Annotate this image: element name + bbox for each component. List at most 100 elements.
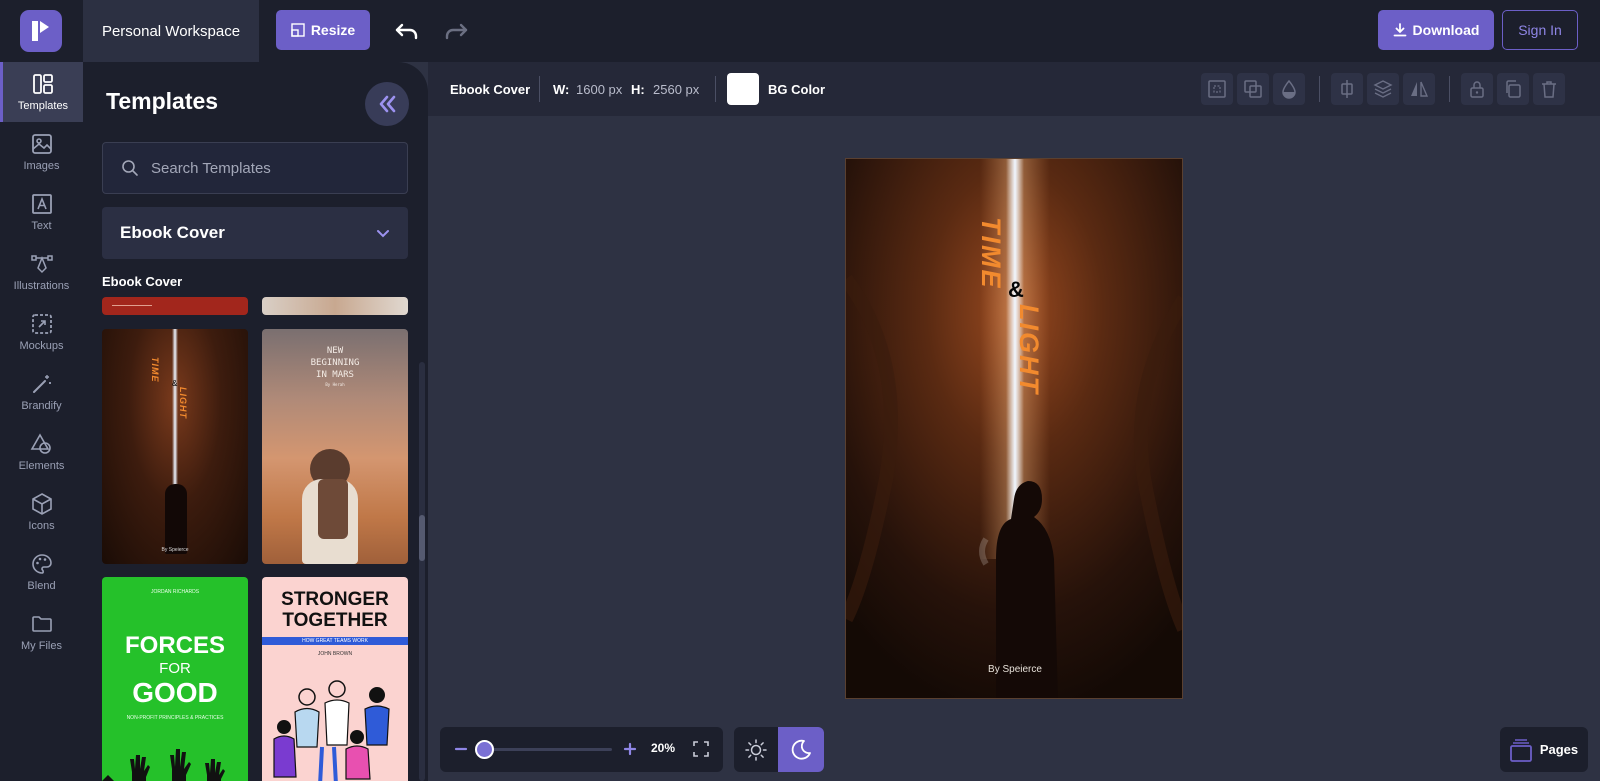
dark-mode-button[interactable] — [778, 727, 824, 772]
template-grid: TIME & LIGHT By Speierce NEW BEGINNING I… — [102, 297, 408, 781]
collapse-panel-button[interactable] — [365, 82, 409, 126]
text-icon — [31, 194, 52, 214]
layer-order-button[interactable] — [1367, 73, 1399, 105]
thumb-line-3: GOOD — [132, 677, 218, 708]
minus-icon — [454, 747, 468, 751]
rail-item-elements[interactable]: Elements — [0, 422, 83, 482]
rail-label: Icons — [28, 520, 55, 532]
sign-in-button[interactable]: Sign In — [1502, 10, 1578, 50]
rail-item-images[interactable]: Images — [0, 122, 83, 182]
align-button[interactable] — [1331, 73, 1363, 105]
download-button[interactable]: Download — [1378, 10, 1494, 50]
zoom-slider-handle[interactable] — [475, 740, 494, 759]
panel-scrollbar-thumb[interactable] — [419, 515, 425, 561]
grid-button[interactable] — [1201, 73, 1233, 105]
pen-tool-icon — [30, 255, 53, 274]
template-thumb-stronger-together[interactable]: STRONGER TOGETHER HOW GREAT TEAMS WORK J… — [262, 577, 408, 781]
template-thumb-forces-for-good[interactable]: JORDAN RICHARDS FORCES FOR GOOD NON-PROF… — [102, 577, 248, 781]
copy-button[interactable] — [1497, 73, 1529, 105]
duplicate-layer-button[interactable] — [1237, 73, 1269, 105]
thumb-line-3: IN MARS — [316, 370, 354, 380]
rail-label: Illustrations — [13, 280, 70, 292]
templates-panel: Templates Ebook Cover Ebook Cover TIME &… — [83, 62, 428, 781]
flip-button[interactable] — [1403, 73, 1435, 105]
width-label: W: — [553, 81, 570, 97]
double-chevron-left-icon — [379, 95, 396, 113]
resize-button[interactable]: Resize — [276, 10, 370, 50]
app-logo[interactable] — [20, 10, 62, 52]
rail-item-icons[interactable]: Icons — [0, 482, 83, 542]
thumb-author: By Speierce — [161, 547, 189, 553]
light-mode-button[interactable] — [734, 727, 778, 772]
thumb-subtitle: NON-PROFIT PRINCIPLES & PRACTICES — [126, 715, 224, 721]
divider — [715, 76, 716, 102]
cover-title-light[interactable]: LIGHT — [1013, 304, 1044, 395]
redo-button[interactable] — [441, 16, 471, 46]
download-label: Download — [1412, 22, 1480, 38]
template-thumb-time-light[interactable]: TIME & LIGHT By Speierce — [102, 329, 248, 564]
rail-label: Elements — [18, 460, 65, 472]
rail-item-mockups[interactable]: Mockups — [0, 302, 83, 362]
grid-icon — [1208, 80, 1226, 98]
rail-item-illustrations[interactable]: Illustrations — [0, 242, 83, 302]
cover-title-time[interactable]: TIME — [975, 217, 1006, 290]
width-value[interactable]: 1600 px — [576, 82, 622, 97]
rail-item-my-files[interactable]: My Files — [0, 602, 83, 662]
cover-ampersand[interactable]: & — [1008, 277, 1024, 303]
image-icon — [31, 134, 52, 154]
thumb-author: By Herah — [325, 382, 345, 387]
panel-title: Templates — [106, 88, 219, 114]
lock-icon — [1470, 81, 1484, 98]
thumb-author: JORDAN RICHARDS — [150, 589, 200, 595]
template-thumb-partial-2[interactable] — [262, 297, 408, 315]
undo-button[interactable] — [392, 16, 422, 46]
zoom-in-button[interactable] — [619, 738, 641, 760]
theme-toggle — [734, 727, 824, 772]
thumb-line-2: TOGETHER — [282, 610, 388, 631]
zoom-slider-track[interactable] — [482, 748, 612, 751]
category-value: Ebook Cover — [120, 223, 225, 242]
thumb-title-block: NEW BEGINNING IN MARS By Herah — [262, 345, 408, 389]
fit-screen-button[interactable] — [690, 738, 712, 760]
cover-author[interactable]: By Speierce — [846, 664, 1182, 675]
thumb-amp: & — [172, 379, 178, 388]
layers-overlap-icon — [1244, 80, 1262, 98]
lock-button[interactable] — [1461, 73, 1493, 105]
opacity-button[interactable] — [1273, 73, 1305, 105]
divider — [539, 76, 540, 102]
thumb-title-block: FORCES FOR GOOD — [102, 633, 248, 707]
drop-icon — [1282, 79, 1296, 99]
workspace-name[interactable]: Personal Workspace — [83, 0, 259, 62]
person-silhouette — [165, 484, 187, 554]
bg-color-swatch[interactable] — [727, 73, 759, 105]
height-value[interactable]: 2560 px — [653, 82, 699, 97]
rail-item-templates[interactable]: Templates — [0, 62, 83, 122]
delete-button[interactable] — [1533, 73, 1565, 105]
raised-hands-illustration — [102, 749, 225, 781]
rail-item-brandify[interactable]: Brandify — [0, 362, 83, 422]
thumb-title: TIME — [150, 357, 160, 383]
rail-label: Blend — [27, 580, 56, 592]
zoom-out-button[interactable] — [450, 738, 472, 760]
thumb-decor — [112, 305, 152, 306]
rail-item-text[interactable]: Text — [0, 182, 83, 242]
plus-icon — [623, 742, 637, 756]
panel-scrollbar-track — [419, 362, 425, 781]
rail-item-blend[interactable]: Blend — [0, 542, 83, 602]
cover-background — [846, 159, 1182, 698]
cube-icon — [31, 493, 52, 515]
zoom-value: 20% — [651, 741, 676, 755]
trash-icon — [1542, 81, 1556, 98]
template-thumb-partial-1[interactable] — [102, 297, 248, 315]
design-canvas[interactable]: TIME & LIGHT By Speierce — [845, 158, 1183, 699]
search-templates-input[interactable] — [151, 159, 381, 177]
category-dropdown[interactable]: Ebook Cover — [102, 207, 408, 259]
search-box — [102, 142, 408, 194]
rail-label: Images — [23, 160, 60, 172]
redo-icon — [445, 23, 468, 40]
top-bar: Personal Workspace Resize Download Sign … — [0, 0, 1600, 62]
search-icon — [122, 160, 138, 176]
pages-button[interactable]: Pages — [1500, 727, 1588, 772]
resize-label: Resize — [310, 22, 356, 38]
template-thumb-mars[interactable]: NEW BEGINNING IN MARS By Herah — [262, 329, 408, 564]
